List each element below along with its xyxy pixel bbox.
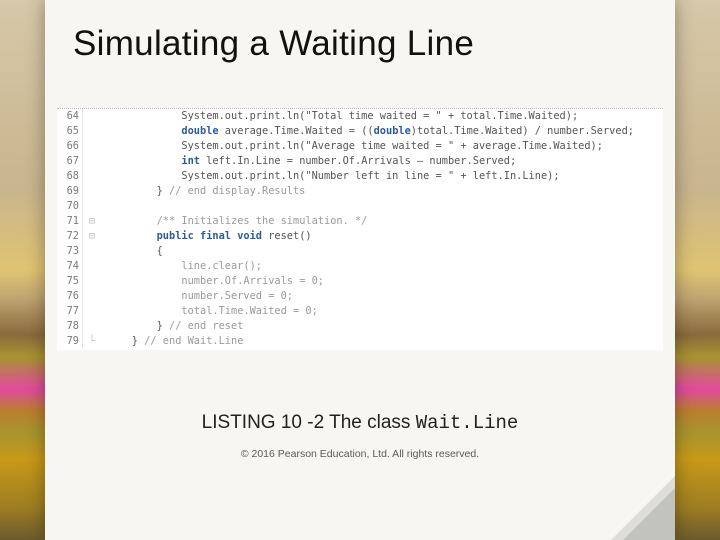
line-number: 71 <box>57 214 83 229</box>
fold-marker <box>83 289 101 304</box>
fold-marker: ⊟ <box>83 229 101 244</box>
code-line: 68 System.out.print.ln("Number left in l… <box>57 169 663 184</box>
code-line: 64 System.out.print.ln("Total time waite… <box>57 109 663 124</box>
fold-marker <box>83 319 101 334</box>
code-line: 70 <box>57 199 663 214</box>
code-text: } // end reset <box>101 319 243 334</box>
slide-surface: Simulating a Waiting Line 64 System.out.… <box>45 0 675 540</box>
copyright-line: © 2016 Pearson Education, Ltd. All right… <box>45 448 675 460</box>
code-line: 75 number.Of.Arrivals = 0; <box>57 274 663 289</box>
line-number: 76 <box>57 289 83 304</box>
line-number: 69 <box>57 184 83 199</box>
fold-marker: └ <box>83 334 101 349</box>
line-number: 75 <box>57 274 83 289</box>
code-text: total.Time.Waited = 0; <box>101 304 318 319</box>
code-text <box>101 199 107 214</box>
line-number: 68 <box>57 169 83 184</box>
fold-marker <box>83 124 101 139</box>
line-number: 78 <box>57 319 83 334</box>
code-text: } // end Wait.Line <box>101 334 243 349</box>
line-number: 67 <box>57 154 83 169</box>
line-number: 70 <box>57 199 83 214</box>
listing-caption: LISTING 10 -2 The class Wait.Line <box>45 412 675 434</box>
code-text: double average.Time.Waited = ((double)to… <box>101 124 634 139</box>
fold-marker <box>83 304 101 319</box>
code-line: 65 double average.Time.Waited = ((double… <box>57 124 663 139</box>
code-text: public final void reset() <box>101 229 312 244</box>
caption-text: LISTING 10 -2 The class <box>202 412 416 433</box>
code-listing: 64 System.out.print.ln("Total time waite… <box>57 108 663 350</box>
page-curl-decoration <box>611 476 675 540</box>
fold-marker <box>83 139 101 154</box>
code-line: 69 } // end display.Results <box>57 184 663 199</box>
line-number: 65 <box>57 124 83 139</box>
line-number: 74 <box>57 259 83 274</box>
code-line: 71⊟ /** Initializes the simulation. */ <box>57 214 663 229</box>
code-line: 73 { <box>57 244 663 259</box>
code-line: 79└ } // end Wait.Line <box>57 334 663 349</box>
fold-marker <box>83 169 101 184</box>
line-number: 73 <box>57 244 83 259</box>
code-text: number.Served = 0; <box>101 289 293 304</box>
code-text: } // end display.Results <box>101 184 305 199</box>
fold-marker <box>83 259 101 274</box>
code-line: 78 } // end reset <box>57 319 663 334</box>
line-number: 77 <box>57 304 83 319</box>
code-text: number.Of.Arrivals = 0; <box>101 274 324 289</box>
line-number: 72 <box>57 229 83 244</box>
line-number: 79 <box>57 334 83 349</box>
code-text: System.out.print.ln("Average time waited… <box>101 139 603 154</box>
line-number: 64 <box>57 109 83 124</box>
fold-marker <box>83 109 101 124</box>
fold-marker: ⊟ <box>83 214 101 229</box>
code-text: /** Initializes the simulation. */ <box>101 214 367 229</box>
fold-marker <box>83 154 101 169</box>
code-text: line.clear(); <box>101 259 262 274</box>
caption-classname: Wait.Line <box>416 412 519 434</box>
line-number: 66 <box>57 139 83 154</box>
code-line: 72⊟ public final void reset() <box>57 229 663 244</box>
code-text: System.out.print.ln("Number left in line… <box>101 169 560 184</box>
page-title: Simulating a Waiting Line <box>45 0 675 72</box>
code-line: 67 int left.In.Line = number.Of.Arrivals… <box>57 154 663 169</box>
fold-marker <box>83 244 101 259</box>
code-line: 77 total.Time.Waited = 0; <box>57 304 663 319</box>
fold-marker <box>83 184 101 199</box>
code-text: int left.In.Line = number.Of.Arrivals – … <box>101 154 516 169</box>
fold-marker <box>83 199 101 214</box>
code-text: { <box>101 244 163 259</box>
code-line: 66 System.out.print.ln("Average time wai… <box>57 139 663 154</box>
code-text: System.out.print.ln("Total time waited =… <box>101 109 578 124</box>
fold-marker <box>83 274 101 289</box>
code-line: 74 line.clear(); <box>57 259 663 274</box>
code-line: 76 number.Served = 0; <box>57 289 663 304</box>
